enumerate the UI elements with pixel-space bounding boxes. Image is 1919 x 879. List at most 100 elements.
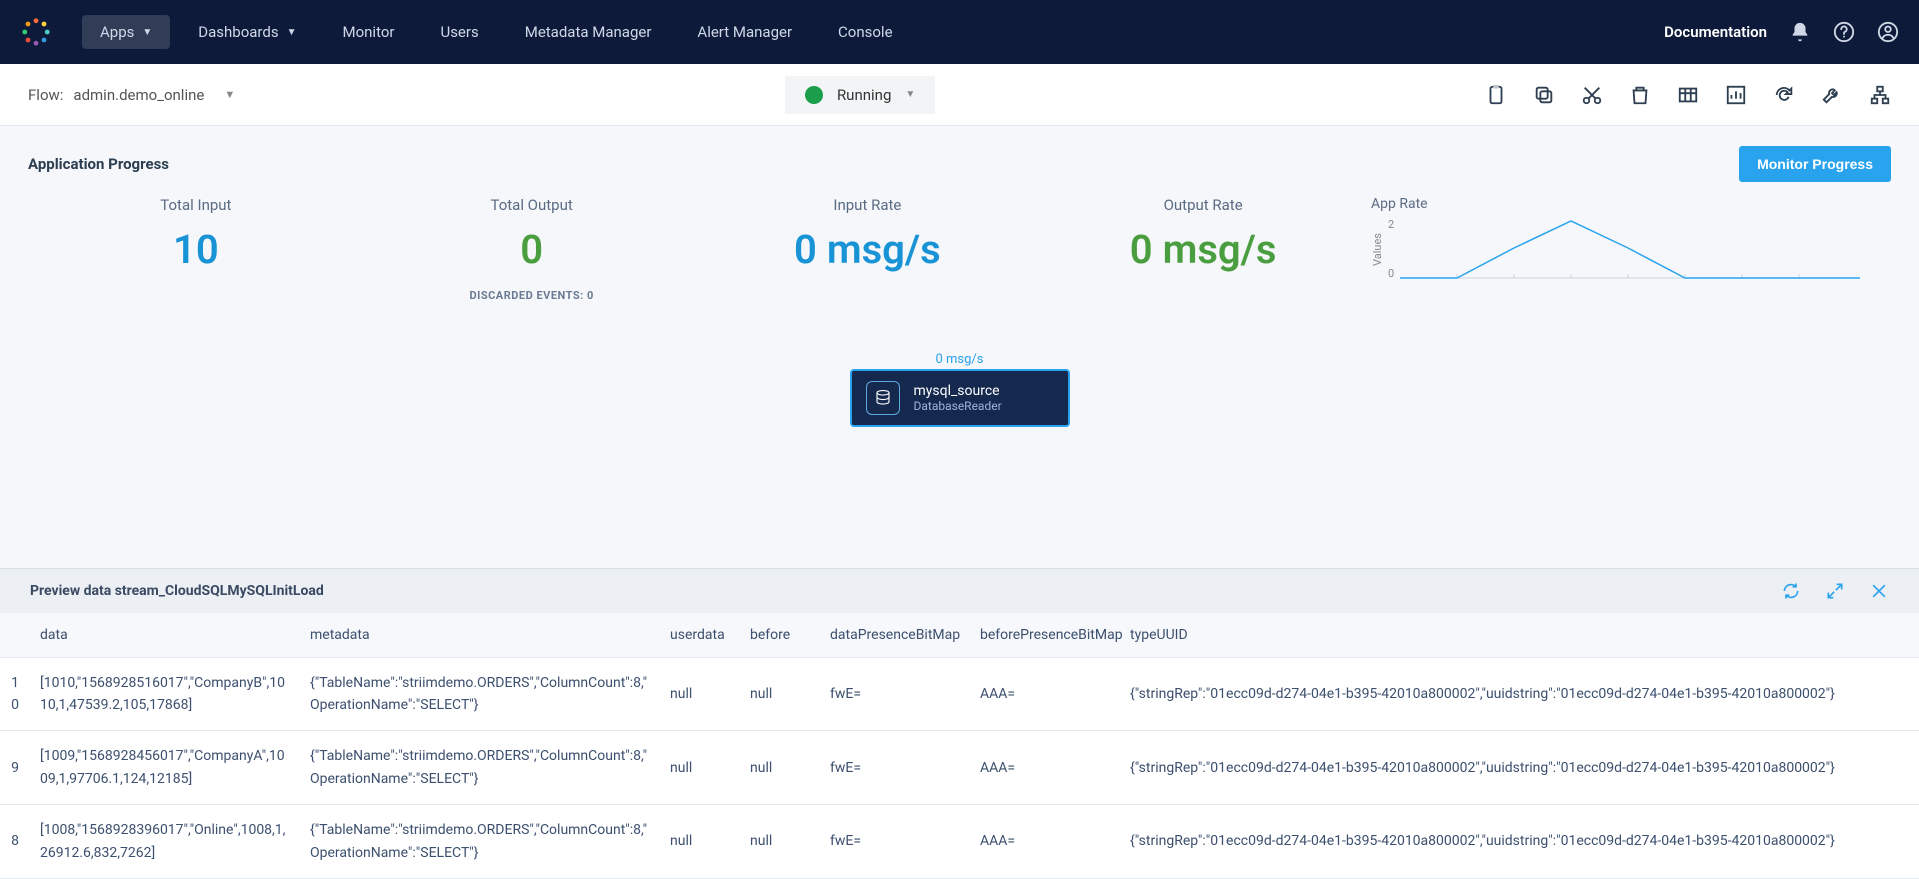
cell-datapresence: fwE= — [820, 805, 970, 879]
col-datapresence[interactable]: dataPresenceBitMap — [820, 613, 970, 658]
chevron-down-icon: ▼ — [905, 89, 915, 100]
discarded-events: DISCARDED EVENTS: 0 — [364, 289, 700, 302]
status-pill[interactable]: Running ▼ — [785, 76, 935, 114]
nav-alert-manager[interactable]: Alert Manager — [679, 15, 810, 49]
top-nav: Apps▼ Dashboards▼ Monitor Users Metadata… — [0, 0, 1919, 64]
cell-typeuuid: {"stringRep":"01ecc09d-d274-04e1-b395-42… — [1120, 805, 1919, 879]
nav-dashboards[interactable]: Dashboards▼ — [180, 15, 314, 49]
flow-node-mysql-source[interactable]: mysql_source DatabaseReader — [850, 369, 1070, 427]
node-subtitle: DatabaseReader — [914, 399, 1002, 413]
refresh-icon[interactable] — [1781, 581, 1801, 601]
stat-label: Input Rate — [700, 196, 1036, 214]
cell-datapresence: fwE= — [820, 657, 970, 731]
stat-total-input: Total Input 10 — [28, 196, 364, 273]
nav-console[interactable]: Console — [820, 15, 911, 49]
monitor-progress-button[interactable]: Monitor Progress — [1739, 146, 1891, 182]
col-beforepresence[interactable]: beforePresenceBitMap — [970, 613, 1120, 658]
col-data[interactable]: data — [30, 613, 300, 658]
cell-datapresence: fwE= — [820, 731, 970, 805]
sparkline-chart — [1400, 218, 1860, 280]
flow-selector[interactable]: Flow: admin.demo_online ▼ — [28, 86, 235, 104]
user-icon[interactable] — [1877, 21, 1899, 43]
stat-label: Total Output — [364, 196, 700, 214]
flow-prefix: Flow: — [28, 86, 63, 104]
chart-title: App Rate — [1371, 196, 1891, 212]
trash-icon[interactable] — [1629, 84, 1651, 106]
documentation-link[interactable]: Documentation — [1664, 23, 1767, 41]
table-row[interactable]: 9 [1009,"1568928456017","CompanyA",1009,… — [0, 731, 1919, 805]
stat-label: Total Input — [28, 196, 364, 214]
cell-metadata: {"TableName":"striimdemo.ORDERS","Column… — [300, 805, 660, 879]
cell-data: [1010,"1568928516017","CompanyB",1010,1,… — [30, 657, 300, 731]
stat-input-rate: Input Rate 0 msg/s — [700, 196, 1036, 273]
cell-beforepresence: AAA= — [970, 731, 1120, 805]
status-text: Running — [837, 86, 891, 104]
nav-users[interactable]: Users — [422, 15, 496, 49]
row-index: 9 — [0, 731, 30, 805]
cell-typeuuid: {"stringRep":"01ecc09d-d274-04e1-b395-42… — [1120, 657, 1919, 731]
copy-icon[interactable] — [1533, 84, 1555, 106]
table-header-row: data metadata userdata before dataPresen… — [0, 613, 1919, 658]
flow-name: admin.demo_online — [73, 86, 204, 104]
col-typeuuid[interactable]: typeUUID — [1120, 613, 1919, 658]
app-rate-chart: App Rate Values 2 0 — [1371, 196, 1891, 280]
node-title: mysql_source — [914, 383, 1002, 399]
app-progress: Application Progress Monitor Progress To… — [0, 126, 1919, 312]
nav-monitor[interactable]: Monitor — [324, 15, 412, 49]
preview-panel: Preview data stream_CloudSQLMySQLInitLoa… — [0, 568, 1919, 879]
app-progress-title: Application Progress — [28, 155, 169, 173]
col-before[interactable]: before — [740, 613, 820, 658]
table-icon[interactable] — [1677, 84, 1699, 106]
nav-metadata-manager[interactable]: Metadata Manager — [507, 15, 670, 49]
refresh-icon[interactable] — [1773, 84, 1795, 106]
table-row[interactable]: 10 [1010,"1568928516017","CompanyB",1010… — [0, 657, 1919, 731]
hierarchy-icon[interactable] — [1869, 84, 1891, 106]
preview-table: data metadata userdata before dataPresen… — [0, 613, 1919, 879]
cell-metadata: {"TableName":"striimdemo.ORDERS","Column… — [300, 731, 660, 805]
row-index: 10 — [0, 657, 30, 731]
stat-total-output: Total Output 0 DISCARDED EVENTS: 0 — [364, 196, 700, 302]
col-userdata[interactable]: userdata — [660, 613, 740, 658]
database-icon — [866, 381, 900, 415]
cell-beforepresence: AAA= — [970, 657, 1120, 731]
cell-before: null — [740, 805, 820, 879]
node-msg-rate: 0 msg/s — [0, 352, 1919, 367]
stat-output-rate: Output Rate 0 msg/s — [1035, 196, 1371, 273]
clipboard-icon[interactable] — [1485, 84, 1507, 106]
cell-data: [1009,"1568928456017","CompanyA",1009,1,… — [30, 731, 300, 805]
stat-value: 0 msg/s — [1035, 226, 1371, 273]
help-icon[interactable] — [1833, 21, 1855, 43]
close-icon[interactable] — [1869, 581, 1889, 601]
row-index: 8 — [0, 805, 30, 879]
nav-apps[interactable]: Apps▼ — [82, 15, 170, 49]
y-ticks: 2 0 — [1388, 218, 1394, 280]
stat-value: 10 — [28, 226, 364, 273]
sub-header: Flow: admin.demo_online ▼ Running ▼ — [0, 64, 1919, 126]
stat-label: Output Rate — [1035, 196, 1371, 214]
wrench-icon[interactable] — [1821, 84, 1843, 106]
stat-value: 0 msg/s — [700, 226, 1036, 273]
chart-icon[interactable] — [1725, 84, 1747, 106]
cell-userdata: null — [660, 805, 740, 879]
col-metadata[interactable]: metadata — [300, 613, 660, 658]
cut-icon[interactable] — [1581, 84, 1603, 106]
cell-before: null — [740, 731, 820, 805]
chevron-down-icon: ▼ — [287, 27, 297, 38]
stat-value: 0 — [364, 226, 700, 273]
chevron-down-icon: ▼ — [142, 27, 152, 38]
cell-typeuuid: {"stringRep":"01ecc09d-d274-04e1-b395-42… — [1120, 731, 1919, 805]
bell-icon[interactable] — [1789, 21, 1811, 43]
cell-userdata: null — [660, 731, 740, 805]
cell-beforepresence: AAA= — [970, 805, 1120, 879]
cell-before: null — [740, 657, 820, 731]
logo-icon — [20, 16, 52, 48]
cell-userdata: null — [660, 657, 740, 731]
table-row[interactable]: 8 [1008,"1568928396017","Online",1008,1,… — [0, 805, 1919, 879]
cell-metadata: {"TableName":"striimdemo.ORDERS","Column… — [300, 657, 660, 731]
flow-canvas[interactable]: 0 msg/s mysql_source DatabaseReader — [0, 312, 1919, 427]
preview-title: Preview data stream_CloudSQLMySQLInitLoa… — [30, 583, 324, 599]
nav-items: Apps▼ Dashboards▼ Monitor Users Metadata… — [82, 15, 911, 49]
expand-icon[interactable] — [1825, 581, 1845, 601]
y-axis-label: Values — [1371, 233, 1384, 266]
status-dot-icon — [805, 86, 823, 104]
